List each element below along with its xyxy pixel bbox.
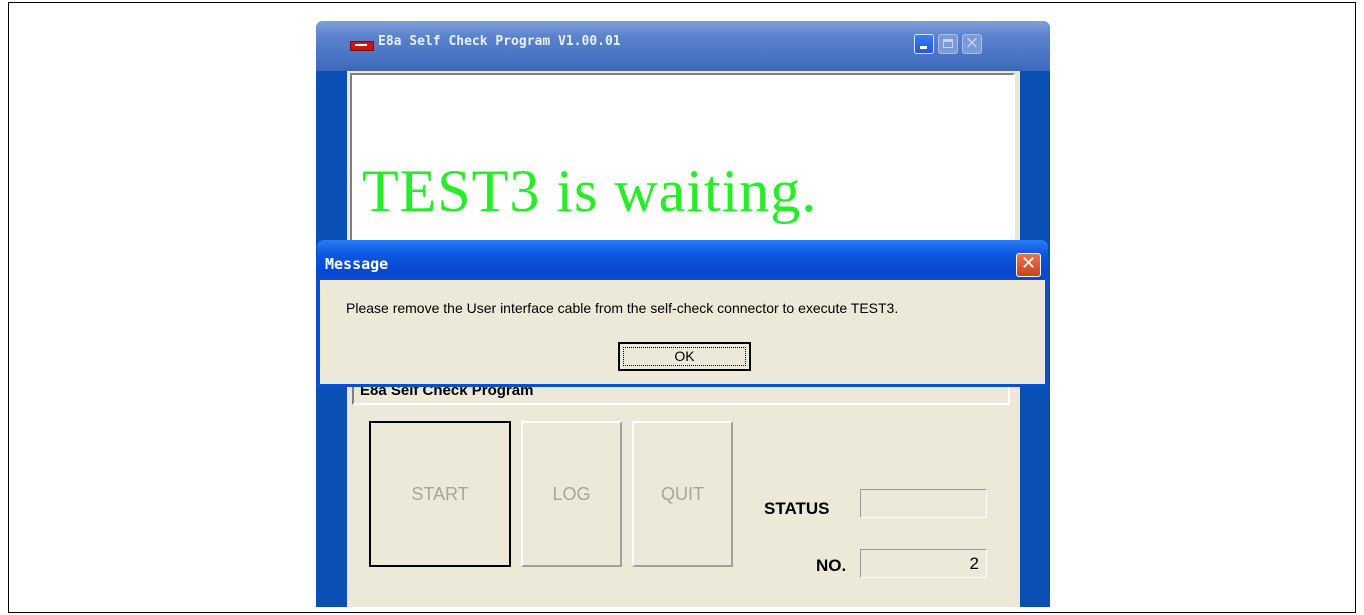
quit-button[interactable]: QUIT bbox=[632, 421, 733, 567]
dialog-title: Message bbox=[325, 255, 389, 273]
window-title: E8a Self Check Program V1.00.01 bbox=[378, 34, 621, 49]
start-button[interactable]: START bbox=[369, 421, 511, 567]
display-message: TEST3 is waiting. bbox=[362, 158, 818, 224]
dialog-message: Please remove the User interface cable f… bbox=[346, 300, 899, 316]
status-label: STATUS bbox=[764, 499, 830, 518]
dialog-close-icon[interactable]: ✕ bbox=[1016, 253, 1041, 277]
message-dialog: Message ✕ Please remove the User interfa… bbox=[317, 240, 1048, 387]
main-titlebar[interactable]: E8a Self Check Program V1.00.01 × bbox=[316, 21, 1050, 71]
maximize-icon[interactable] bbox=[938, 34, 958, 54]
minimize-icon[interactable] bbox=[914, 34, 934, 54]
log-button[interactable]: LOG bbox=[521, 421, 622, 567]
message-display-panel: TEST3 is waiting. bbox=[350, 73, 1015, 263]
ok-button[interactable]: OK bbox=[618, 342, 751, 371]
dialog-client-area: Please remove the User interface cable f… bbox=[320, 280, 1045, 384]
app-icon bbox=[350, 41, 374, 51]
dialog-titlebar[interactable]: Message ✕ bbox=[317, 240, 1048, 280]
no-label: NO. bbox=[816, 556, 847, 575]
close-icon[interactable]: × bbox=[962, 34, 982, 54]
no-field: 2 bbox=[860, 549, 987, 578]
status-field bbox=[860, 489, 987, 518]
